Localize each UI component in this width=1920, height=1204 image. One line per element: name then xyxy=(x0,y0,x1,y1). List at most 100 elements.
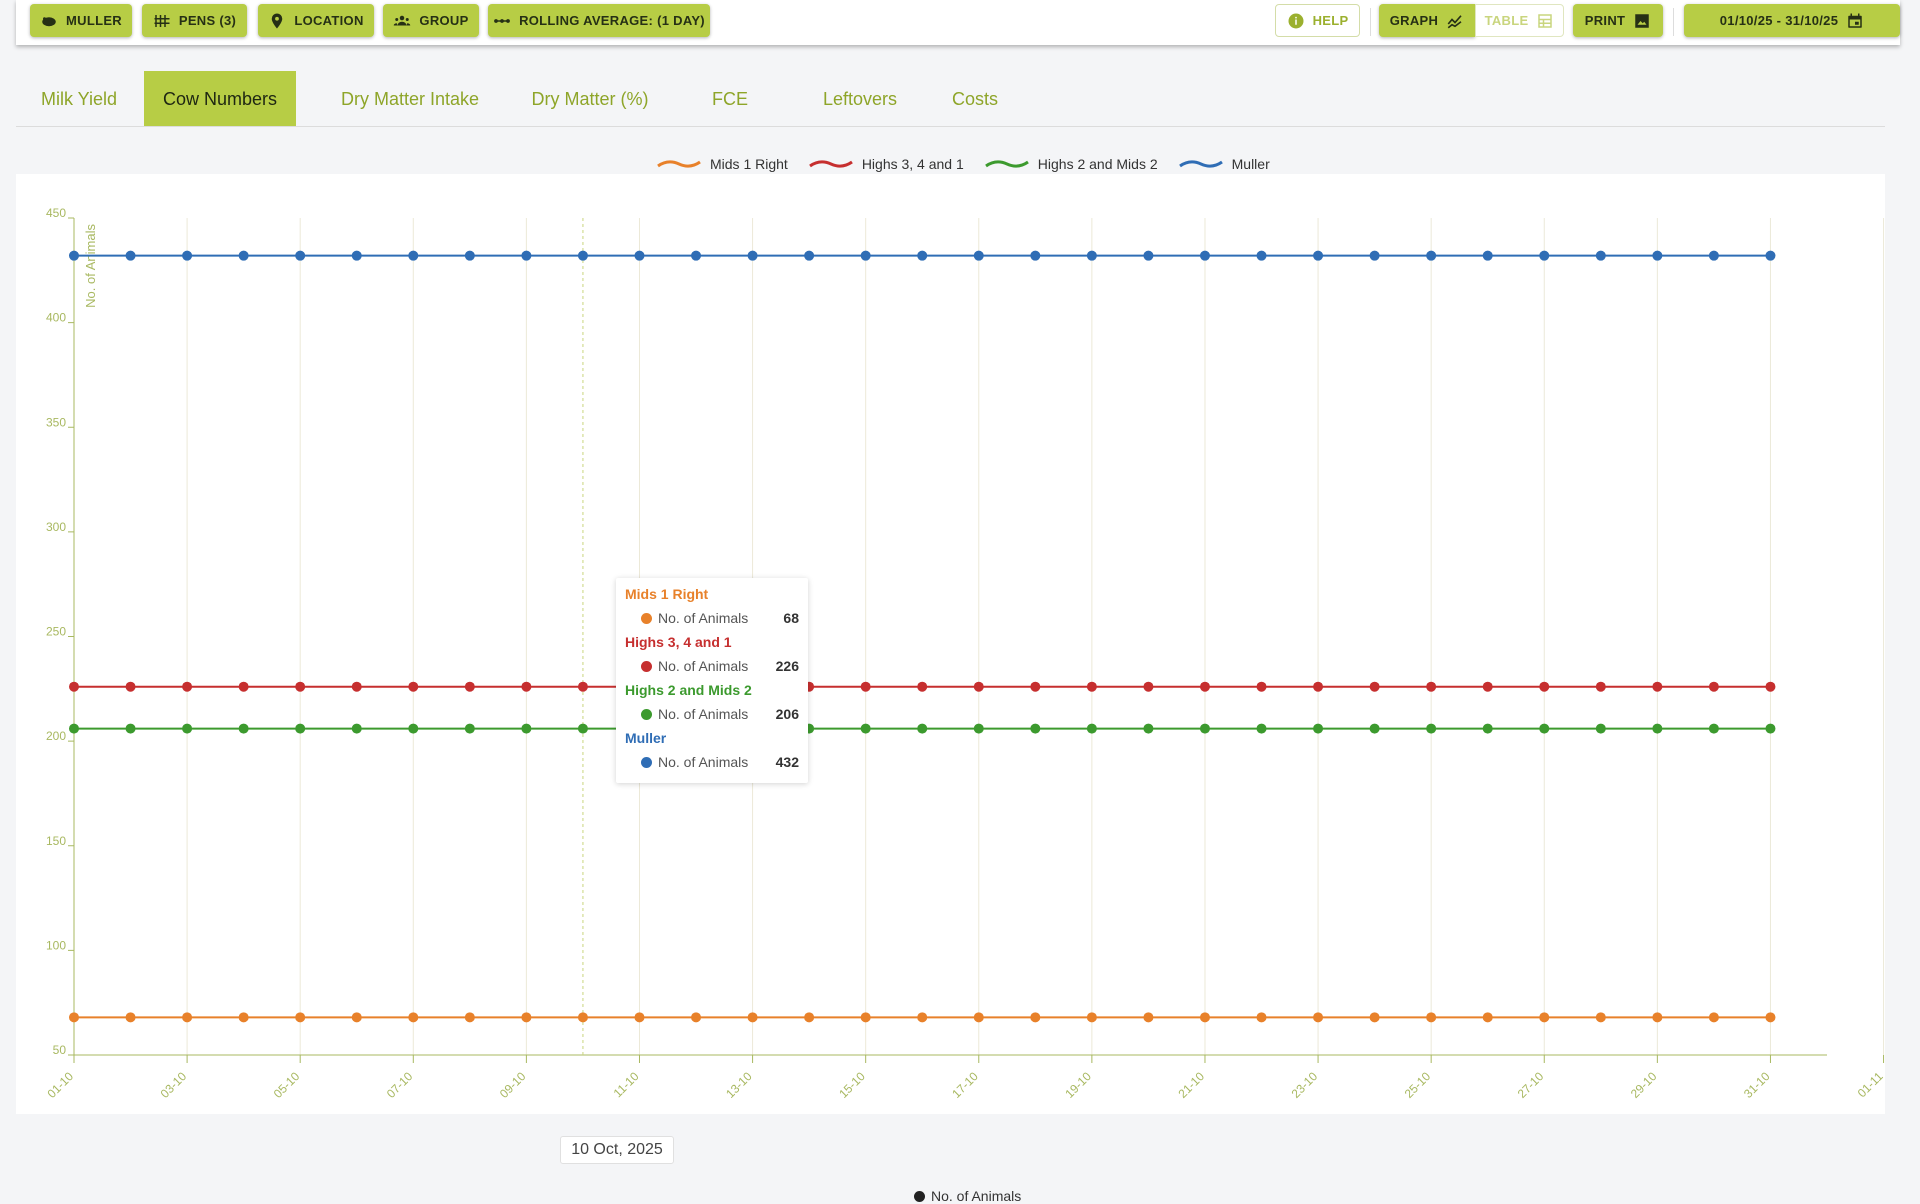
line-chart[interactable]: 01-10 03-10 05-10 07-10 09-10 11-10 13-10 15-10… xyxy=(16,174,1886,1114)
data-point xyxy=(351,250,362,261)
data-point xyxy=(1256,1012,1267,1023)
data-point xyxy=(238,723,249,734)
data-point xyxy=(69,250,79,261)
cow-icon xyxy=(42,16,56,26)
y-tick-label: 300 xyxy=(46,520,66,534)
data-point xyxy=(917,250,928,261)
data-point xyxy=(464,681,475,692)
muller-button[interactable]: MULLER xyxy=(30,4,132,37)
print-button[interactable]: PRINT xyxy=(1573,4,1663,37)
data-point xyxy=(1030,681,1041,692)
data-point xyxy=(747,1012,758,1023)
data-point xyxy=(182,723,193,734)
data-point xyxy=(634,1012,645,1023)
table-button[interactable]: TABLE xyxy=(1475,4,1564,37)
calendar-icon xyxy=(1848,13,1862,28)
data-point xyxy=(1708,681,1719,692)
data-point xyxy=(521,250,532,261)
hover-tooltip: Mids 1 Right No. of Animals 68 Highs 3, … xyxy=(616,578,808,783)
tab-dry-matter-intake[interactable]: Dry Matter Intake xyxy=(310,71,510,127)
data-point xyxy=(973,681,984,692)
data-point xyxy=(1595,723,1606,734)
tooltip-metric: No. of Animals xyxy=(658,754,749,770)
pens-button[interactable]: PENS (3) xyxy=(142,4,247,37)
location-pin-icon xyxy=(272,13,283,28)
info-icon xyxy=(1288,13,1304,28)
data-point xyxy=(1313,723,1324,734)
fence-icon xyxy=(154,14,170,27)
legend-item-muller[interactable]: Muller xyxy=(1178,156,1270,172)
data-point xyxy=(1482,250,1493,261)
x-tick-label: 27-10 xyxy=(1515,1069,1547,1101)
data-point xyxy=(1482,723,1493,734)
data-point xyxy=(238,681,249,692)
data-point xyxy=(1030,723,1041,734)
data-point xyxy=(1595,1012,1606,1023)
graph-button[interactable]: GRAPH xyxy=(1379,4,1475,37)
help-button[interactable]: HELP xyxy=(1275,4,1360,37)
toolbar: MULLER PENS (3) LOCATION GROUP ROLLING A… xyxy=(16,0,1900,45)
tab-milk-yield[interactable]: Milk Yield xyxy=(16,71,142,127)
date-range-button[interactable]: 01/10/25 - 31/10/25 xyxy=(1684,4,1900,37)
legend-label: Highs 3, 4 and 1 xyxy=(861,156,964,172)
x-tick-label: 05-10 xyxy=(271,1069,303,1101)
group-button[interactable]: GROUP xyxy=(383,4,479,37)
location-button[interactable]: LOCATION xyxy=(258,4,374,37)
legend-item-highs-2-mids-2[interactable]: Highs 2 and Mids 2 xyxy=(984,156,1158,172)
x-tick-label: 25-10 xyxy=(1402,1069,1434,1101)
x-tick-label: 15-10 xyxy=(836,1069,868,1101)
y-tick-label: 450 xyxy=(46,206,66,220)
data-point xyxy=(125,681,136,692)
data-point xyxy=(1256,250,1267,261)
data-point xyxy=(917,1012,928,1023)
tooltip-value: 226 xyxy=(775,658,799,674)
x-tick-label: 01-11 xyxy=(1855,1069,1885,1100)
data-point xyxy=(182,681,193,692)
x-tick-label: 07-10 xyxy=(384,1069,416,1101)
image-export-icon xyxy=(1635,13,1649,28)
legend-item-mids-1-right[interactable]: Mids 1 Right xyxy=(656,156,788,172)
data-point xyxy=(295,681,306,692)
data-point xyxy=(1652,723,1663,734)
data-point xyxy=(1652,250,1663,261)
tooltip-row: No. of Animals 432 xyxy=(625,748,799,776)
data-point xyxy=(1765,250,1776,261)
data-point xyxy=(1369,681,1380,692)
tab-costs[interactable]: Costs xyxy=(920,71,1030,127)
tab-fce[interactable]: FCE xyxy=(670,71,790,127)
data-point xyxy=(634,250,645,261)
data-point xyxy=(408,723,419,734)
legend-dot-icon xyxy=(914,1190,925,1202)
x-tick-label: 03-10 xyxy=(158,1069,190,1101)
bottom-legend[interactable]: No. of Animals xyxy=(914,1188,1021,1204)
y-tick-label: 250 xyxy=(46,625,66,639)
legend-item-highs-3-4-1[interactable]: Highs 3, 4 and 1 xyxy=(808,156,964,172)
toolbar-separator xyxy=(1673,8,1674,36)
data-point xyxy=(69,681,79,692)
data-point xyxy=(125,1012,136,1023)
y-tick-label: 100 xyxy=(46,938,66,952)
data-point xyxy=(182,1012,193,1023)
data-point xyxy=(408,681,419,692)
data-point xyxy=(1086,723,1097,734)
y-axis-label: No. of Animals xyxy=(83,224,98,308)
x-tick-label: 29-10 xyxy=(1628,1069,1660,1101)
data-point xyxy=(1765,723,1776,734)
data-point xyxy=(1369,723,1380,734)
data-point xyxy=(973,1012,984,1023)
tab-dry-matter-percent[interactable]: Dry Matter (%) xyxy=(510,71,670,127)
tab-cow-numbers[interactable]: Cow Numbers xyxy=(144,71,296,127)
tab-leftovers[interactable]: Leftovers xyxy=(790,71,930,127)
data-point xyxy=(521,1012,532,1023)
data-point xyxy=(1143,250,1154,261)
tooltip-value: 68 xyxy=(783,610,799,626)
legend-line-icon xyxy=(1178,160,1223,168)
rolling-average-button[interactable]: ROLLING AVERAGE: (1 DAY) xyxy=(488,4,710,37)
pens-label: PENS (3) xyxy=(178,13,237,28)
data-point xyxy=(69,723,79,734)
data-point xyxy=(1652,681,1663,692)
data-point xyxy=(1369,250,1380,261)
y-tick-label: 150 xyxy=(46,834,66,848)
data-point xyxy=(1539,1012,1550,1023)
data-point xyxy=(804,1012,815,1023)
